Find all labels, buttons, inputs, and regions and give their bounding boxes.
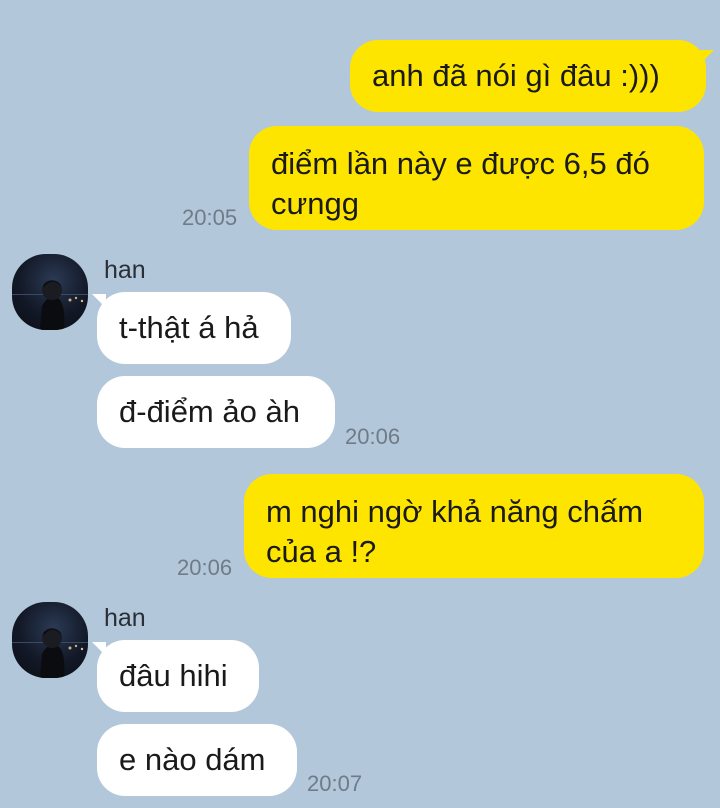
bubble-tail (700, 50, 714, 64)
message-timestamp: 20:06 (177, 555, 233, 580)
profile-photo-icon (12, 280, 88, 330)
their-message-bubble[interactable]: e nào dám (97, 724, 297, 796)
message-text: đ-điểm ảo àh (119, 394, 300, 429)
avatar[interactable] (12, 254, 88, 330)
my-message-bubble[interactable]: điểm lần này e được 6,5 đó cưngg (249, 126, 704, 230)
their-message-bubble[interactable]: t-thật á hả (97, 292, 291, 364)
avatar[interactable] (12, 602, 88, 678)
message-text: anh đã nói gì đâu :))) (372, 58, 660, 93)
message-text: đâu hihi (119, 658, 228, 693)
message-timestamp: 20:05 (182, 205, 238, 230)
chat-area: anh đã nói gì đâu :))) điểm lần này e đư… (0, 0, 720, 808)
sender-name: han (104, 256, 146, 284)
message-timestamp: 20:07 (307, 771, 363, 796)
message-text: m nghi ngờ khả năng chấm của a !? (266, 494, 644, 569)
profile-photo-icon (12, 628, 88, 678)
message-text: e nào dám (119, 742, 266, 777)
their-message-bubble[interactable]: đ-điểm ảo àh (97, 376, 335, 448)
message-text: điểm lần này e được 6,5 đó cưngg (271, 146, 650, 221)
message-timestamp: 20:06 (345, 424, 401, 449)
my-message-bubble[interactable]: anh đã nói gì đâu :))) (350, 40, 706, 112)
my-message-bubble[interactable]: m nghi ngờ khả năng chấm của a !? (244, 474, 704, 578)
message-text: t-thật á hả (119, 310, 259, 345)
their-message-bubble[interactable]: đâu hihi (97, 640, 259, 712)
sender-name: han (104, 604, 146, 632)
